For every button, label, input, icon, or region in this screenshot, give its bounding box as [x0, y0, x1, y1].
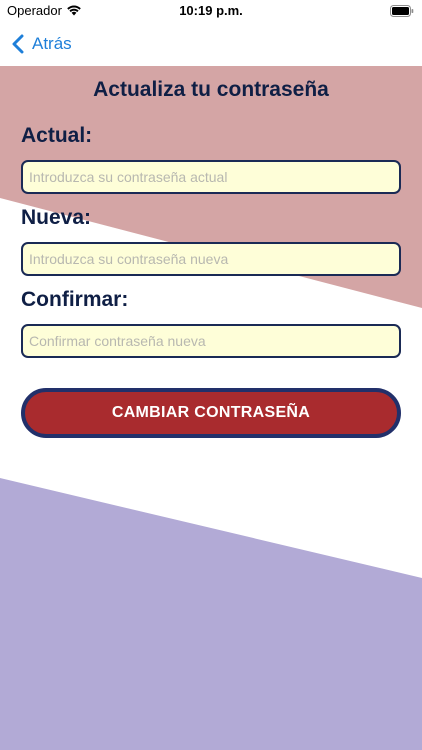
confirm-password-input[interactable] — [21, 324, 401, 358]
battery-icon — [390, 5, 414, 17]
current-password-label: Actual: — [21, 124, 93, 147]
navigation-bar: Atrás — [0, 22, 422, 66]
chevron-left-icon — [12, 34, 24, 54]
current-password-input[interactable] — [21, 160, 401, 194]
status-time: 10:19 p.m. — [179, 3, 243, 18]
status-bar: Operador 10:19 p.m. — [0, 0, 422, 22]
new-password-input[interactable] — [21, 242, 401, 276]
page-title: Actualiza tu contraseña — [93, 78, 329, 101]
back-button[interactable]: Atrás — [12, 30, 72, 58]
back-label: Atrás — [32, 34, 72, 53]
new-password-label: Nueva: — [21, 206, 92, 229]
bottom-background-shape — [0, 478, 422, 750]
change-password-button[interactable]: CAMBIAR CONTRASEÑA — [21, 388, 401, 438]
confirm-password-label: Confirmar: — [21, 288, 129, 311]
